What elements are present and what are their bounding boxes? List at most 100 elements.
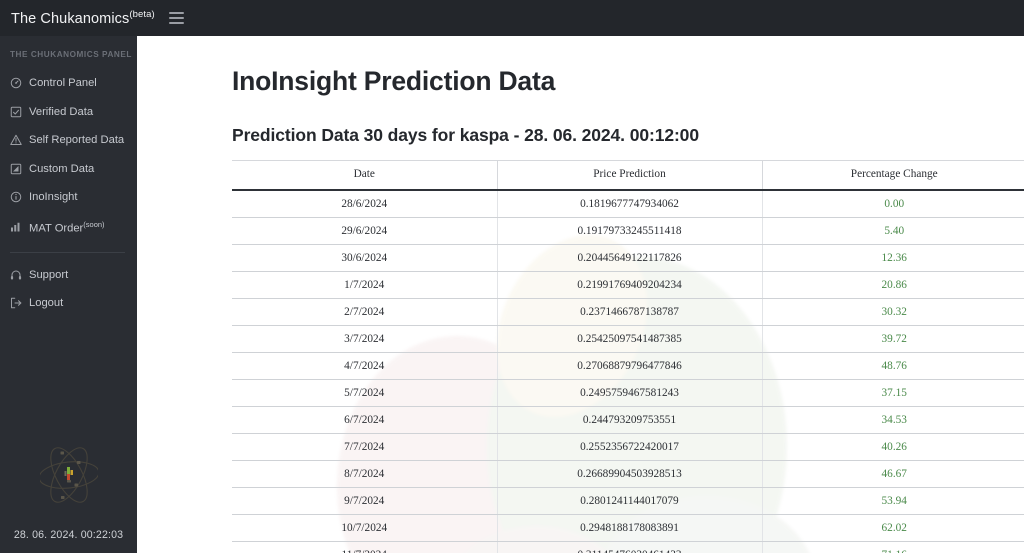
table-row: 8/7/2024 0.26689904503928513 46.67	[232, 460, 1024, 488]
sidebar-item-control-panel[interactable]: Control Panel	[0, 71, 137, 95]
cell-percentage-change: 30.32	[762, 298, 1024, 326]
table-body: 28/6/2024 0.1819677747934062 0.00 29/6/2024…	[232, 190, 1024, 553]
cell-date: 9/7/2024	[232, 487, 498, 515]
cell-date: 8/7/2024	[232, 460, 498, 488]
table-row: 1/7/2024 0.21991769409204234 20.86	[232, 271, 1024, 299]
top-bar: The Chukanomics(beta)	[0, 0, 1024, 36]
cell-price-prediction: 0.31145476030461433	[497, 541, 763, 553]
sidebar-panel-label: THE CHUKANOMICS PANEL	[10, 50, 132, 59]
table-row: 6/7/2024 0.244793209753551 34.53	[232, 406, 1024, 434]
cell-percentage-change: 34.53	[762, 406, 1024, 434]
cell-price-prediction: 0.19179733245511418	[497, 217, 763, 245]
warning-triangle-icon	[10, 134, 22, 145]
logout-arrow-icon	[11, 297, 22, 309]
cell-date: 5/7/2024	[232, 379, 498, 407]
brand-beta-tag: (beta)	[129, 9, 155, 21]
body-split: THE CHUKANOMICS PANEL Control Panel Veri…	[0, 36, 1024, 553]
table-column-header: Price Prediction	[497, 160, 763, 191]
info-circle-icon	[10, 191, 22, 203]
sidebar-item-verified-data[interactable]: Verified Data	[0, 100, 137, 124]
sidebar-item-inoinsight[interactable]: InoInsight	[0, 185, 137, 209]
cell-price-prediction: 0.244793209753551	[497, 406, 763, 434]
cell-date: 7/7/2024	[232, 433, 498, 461]
cell-percentage-change: 53.94	[762, 487, 1024, 515]
cell-date: 3/7/2024	[232, 325, 498, 353]
cell-date: 10/7/2024	[232, 514, 498, 542]
sidebar-item-support[interactable]: Support	[0, 263, 137, 287]
table-row: 9/7/2024 0.2801241144017079 53.94	[232, 487, 1024, 515]
prediction-table: Date Price Prediction Percentage Change 28…	[232, 160, 1024, 553]
checkbox-check-icon	[10, 106, 22, 117]
cell-percentage-change: 40.26	[762, 433, 1024, 461]
content-inner: InoInsight Prediction Data Prediction Da…	[137, 66, 1024, 553]
page-title: InoInsight Prediction Data	[232, 66, 556, 96]
cell-price-prediction: 0.26689904503928513	[497, 460, 763, 488]
cell-date: 30/6/2024	[232, 244, 498, 272]
table-head: Date Price Prediction Percentage Change	[232, 160, 1024, 191]
cell-price-prediction: 0.1819677747934062	[497, 190, 763, 218]
cell-percentage-change: 48.76	[762, 352, 1024, 380]
cell-price-prediction: 0.2495759467581243	[497, 379, 763, 407]
table-row: 28/6/2024 0.1819677747934062 0.00	[232, 190, 1024, 218]
dashboard-icon	[10, 77, 22, 89]
table-row: 5/7/2024 0.2495759467581243 37.15	[232, 379, 1024, 407]
checkbox-filled-icon	[10, 163, 22, 174]
cell-percentage-change: 39.72	[762, 325, 1024, 353]
sidebar-item-logout[interactable]: Logout	[0, 291, 137, 315]
cell-date: 2/7/2024	[232, 298, 498, 326]
cell-date: 1/7/2024	[232, 271, 498, 299]
table-row: 2/7/2024 0.2371466787138787 30.32	[232, 298, 1024, 326]
sidebar-item-label: MAT Order(soon)	[29, 219, 105, 235]
sidebar-item-label: Verified Data	[29, 105, 94, 118]
table-column-header: Percentage Change	[762, 160, 1024, 191]
cell-price-prediction: 0.2948188178083891	[497, 514, 763, 542]
cell-percentage-change: 71.16	[762, 541, 1024, 553]
sidebar-item-mat-order[interactable]: MAT Order(soon)	[0, 214, 137, 241]
main-content: InoInsight Prediction Data Prediction Da…	[137, 36, 1024, 553]
app-root: The Chukanomics(beta) THE CHUKANOMICS PA…	[0, 0, 1024, 553]
brand-name: The Chukanomics	[11, 10, 130, 27]
sidebar-item-label: InoInsight	[29, 191, 78, 203]
atom-orbit-logo	[39, 447, 98, 503]
table-row: 11/7/20240.3114547603046143371.16	[232, 541, 1024, 553]
cell-price-prediction: 0.25425097541487385	[497, 325, 763, 353]
cell-price-prediction: 0.27068879796477846	[497, 352, 763, 380]
cell-percentage-change: 5.40	[762, 217, 1024, 245]
sidebar-item-self-reported-data[interactable]: Self Reported Data	[0, 128, 137, 152]
cell-price-prediction: 0.21991769409204234	[497, 271, 763, 299]
bar-chart-icon	[11, 222, 20, 232]
table-row: 3/7/2024 0.25425097541487385 39.72	[232, 325, 1024, 353]
sidebar-item-label: Support	[29, 268, 69, 281]
cell-date: 6/7/2024	[232, 406, 498, 434]
sidebar-divider	[10, 251, 125, 253]
hamburger-menu-icon[interactable]	[168, 12, 184, 24]
table-row: 7/7/2024 0.2552356722420017 40.26	[232, 433, 1024, 461]
sidebar-item-custom-data[interactable]: Custom Data	[0, 157, 137, 181]
sidebar-item-label: Custom Data	[29, 162, 95, 175]
sidebar-item-label: Logout	[29, 297, 64, 310]
cell-percentage-change: 37.15	[762, 379, 1024, 407]
table-row: 29/6/2024 0.19179733245511418 5.40	[232, 217, 1024, 245]
cell-percentage-change: 46.67	[762, 460, 1024, 488]
cell-date: 4/7/2024	[232, 352, 498, 380]
cell-percentage-change: 62.02	[762, 514, 1024, 542]
soon-badge: (soon)	[83, 219, 105, 229]
sidebar: THE CHUKANOMICS PANEL Control Panel Veri…	[0, 36, 137, 553]
cell-percentage-change: 12.36	[762, 244, 1024, 272]
headset-icon	[10, 270, 22, 280]
sidebar-item-label: Self Reported Data	[29, 134, 125, 146]
table-header-row: Date Price Prediction Percentage Change	[232, 160, 1024, 191]
cell-date: 28/6/2024	[232, 190, 498, 218]
sidebar-logo-wrap	[0, 439, 137, 529]
sidebar-item-label: Control Panel	[29, 77, 97, 89]
page-subtitle: Prediction Data 30 days for kaspa - 28. …	[232, 125, 699, 145]
cell-price-prediction: 0.2801241144017079	[497, 487, 763, 515]
cell-percentage-change: 20.86	[762, 271, 1024, 299]
table-column-header: Date	[232, 160, 498, 191]
cell-percentage-change: 0.00	[762, 190, 1024, 218]
brand-title: The Chukanomics(beta)	[11, 9, 155, 27]
cell-date: 11/7/2024	[232, 541, 498, 553]
cell-price-prediction: 0.20445649122117826	[497, 244, 763, 272]
table-row: 30/6/2024 0.20445649122117826 12.36	[232, 244, 1024, 272]
